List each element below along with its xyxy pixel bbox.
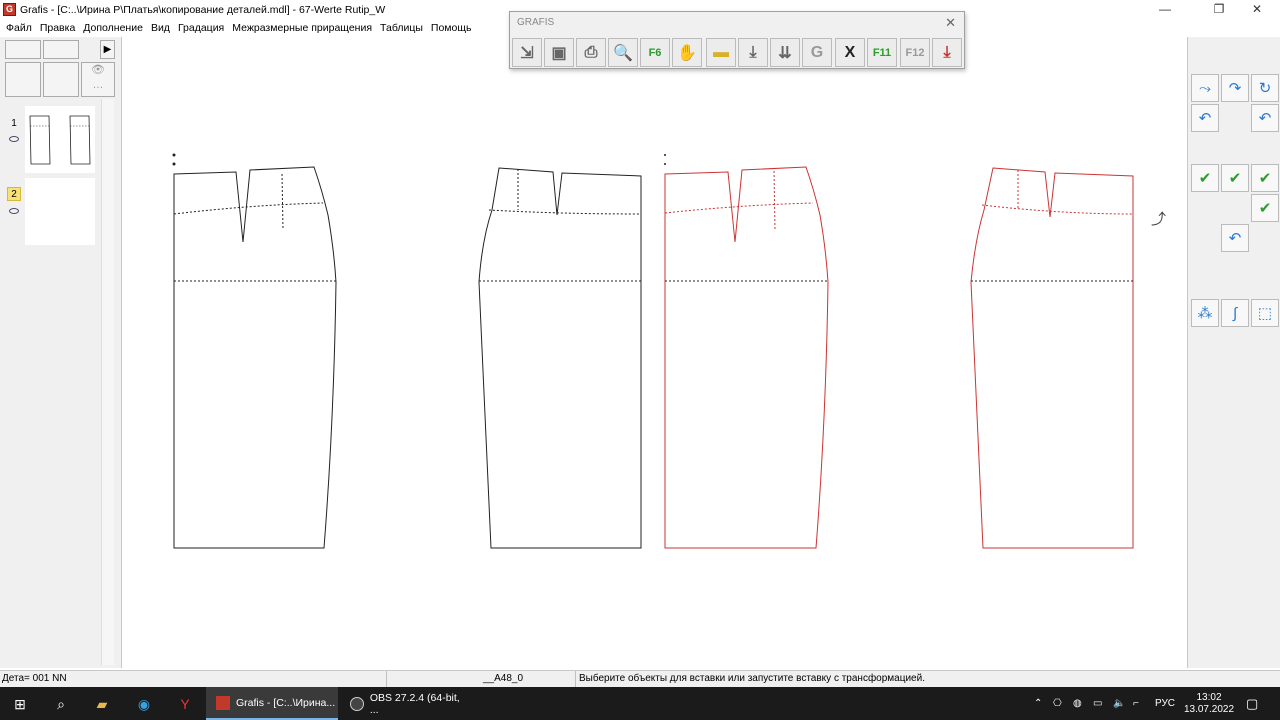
- excel-icon[interactable]: X: [835, 38, 865, 67]
- detail-1-eye-icon[interactable]: [9, 136, 19, 142]
- accept-curve-button[interactable]: ✔: [1251, 164, 1279, 192]
- transform-contour-button[interactable]: ↻: [1251, 74, 1279, 102]
- detail-panel: ▶ 👁… 1 2: [0, 37, 122, 668]
- yandex-browser-icon[interactable]: Y: [174, 693, 196, 715]
- ruler-icon[interactable]: ▬: [706, 38, 736, 67]
- detail-1-preview: [29, 115, 91, 165]
- model-shirt-icon[interactable]: [5, 62, 41, 97]
- visibility-toggle-icon[interactable]: 👁…: [81, 62, 115, 97]
- transform-line-button[interactable]: ↷: [1221, 74, 1249, 102]
- line-tool-button[interactable]: ∫: [1221, 299, 1249, 327]
- menu-edit[interactable]: Правка: [36, 22, 79, 34]
- tray-meet-icon[interactable]: ⎔: [1053, 687, 1062, 720]
- menu-tables[interactable]: Таблицы: [376, 22, 427, 34]
- skirt-piece-3-selected: [664, 154, 829, 549]
- tray-battery-icon[interactable]: ▭: [1093, 687, 1102, 720]
- fit-f6-icon[interactable]: F6: [640, 38, 670, 67]
- panel-list-button[interactable]: [43, 40, 79, 59]
- hand-icon[interactable]: ✋: [672, 38, 702, 67]
- skirt-piece-2: [478, 167, 642, 549]
- toolbar-title: GRAFIS: [517, 17, 555, 28]
- status-hint: Выберите объекты для вставки или запусти…: [579, 673, 925, 684]
- detail-1-number: 1: [11, 118, 17, 129]
- windows-taskbar: ⊞ ⌕ ▰ ◉ Y Grafis - [C:..\Ирина... OBS 27…: [0, 687, 1280, 720]
- tool-panel: ⤳ ↷ ↻ ↶ ↶ ✔ ✔ ✔ ✔ ↶ ⁂ ∫ ⬚: [1187, 37, 1280, 668]
- file-explorer-icon[interactable]: ▰: [91, 693, 113, 715]
- tray-clock[interactable]: 13:02 13.07.2022: [1184, 687, 1234, 720]
- edge-browser-icon[interactable]: ◉: [133, 693, 155, 715]
- menu-help[interactable]: Помощь: [427, 22, 476, 34]
- drawing-canvas[interactable]: ⤴: [123, 37, 1186, 668]
- accept-button[interactable]: ✔: [1191, 164, 1219, 192]
- detail-2-number: 2: [7, 187, 21, 201]
- grafis-app-icon: G: [3, 3, 16, 16]
- menu-file[interactable]: Файл: [2, 22, 36, 34]
- minimize-button[interactable]: —: [1142, 0, 1188, 19]
- menu-grading[interactable]: Градация: [174, 22, 228, 34]
- transform-points-button[interactable]: ⤳: [1191, 74, 1219, 102]
- piece-tool-button[interactable]: ⬚: [1251, 299, 1279, 327]
- detail-1-thumbnail[interactable]: [25, 106, 95, 173]
- panel-arrow-icon[interactable]: ▶: [100, 40, 115, 59]
- windows-start-icon[interactable]: ⊞: [9, 693, 31, 715]
- grafis-taskbar-label: Grafis - [C:..\Ирина...: [236, 696, 336, 709]
- tray-volume-icon[interactable]: 🔈: [1113, 687, 1125, 720]
- panel-mode-button[interactable]: [5, 40, 41, 59]
- group-icon[interactable]: G: [802, 38, 832, 67]
- grafis-taskbar-button[interactable]: Grafis - [C:..\Ирина...: [206, 687, 338, 720]
- accept-points-button[interactable]: ✔: [1221, 164, 1249, 192]
- model-shirt-alt-icon[interactable]: [43, 62, 79, 97]
- undo-rotate-right-button[interactable]: ↶: [1251, 104, 1279, 132]
- obs-taskbar-label: OBS 27.2.4 (64-bit, ...: [369, 691, 460, 716]
- save-icon[interactable]: ▣: [544, 38, 574, 67]
- status-detail: Дета= 001 NN: [2, 673, 67, 684]
- pattern-drawing: [172, 153, 1134, 549]
- insert-icon[interactable]: ⇲: [512, 38, 542, 67]
- status-size: __A48_0: [483, 673, 524, 684]
- menu-increments[interactable]: Межразмерные приращения: [228, 22, 376, 34]
- tray-network-icon[interactable]: ⌐: [1133, 687, 1139, 720]
- skirt-piece-4-selected: [970, 167, 1134, 549]
- move-down-icon[interactable]: ⤓: [738, 38, 768, 67]
- menu-view[interactable]: Вид: [147, 22, 174, 34]
- skirt-piece-1: [172, 153, 337, 549]
- point-tool-button[interactable]: ⁂: [1191, 299, 1219, 327]
- tray-time: 13:02: [1196, 691, 1222, 703]
- exit-icon[interactable]: ⤓: [932, 38, 962, 67]
- obs-taskbar-icon: [350, 696, 364, 711]
- search-icon[interactable]: ⌕: [50, 693, 72, 715]
- accept-blue-button[interactable]: ✔: [1251, 194, 1279, 222]
- grafis-toolbar: GRAFIS ✕ ⇲ ▣ ⎙ 🔍 F6 ✋ ▬ ⤓ ⇊ G X F11 F12 …: [509, 11, 965, 69]
- notifications-icon[interactable]: ▢: [1246, 687, 1258, 720]
- undo-rotate-button[interactable]: ↶: [1191, 104, 1219, 132]
- tray-language[interactable]: РУС: [1155, 687, 1175, 720]
- grafis-taskbar-icon: [216, 695, 230, 710]
- menu-addons[interactable]: Дополнение: [79, 22, 147, 34]
- detail-2-thumbnail[interactable]: [25, 178, 95, 245]
- status-bar: Дета= 001 NN __A48_0 Выберите объекты дл…: [0, 670, 1280, 688]
- zoom-icon[interactable]: 🔍: [608, 38, 638, 67]
- print-icon[interactable]: ⎙: [576, 38, 606, 67]
- tray-steam-icon[interactable]: ◍: [1073, 687, 1082, 720]
- tray-chevron-icon[interactable]: ⌃: [1034, 687, 1042, 720]
- detail-2-eye-icon[interactable]: [9, 208, 19, 214]
- toolbar-close-icon[interactable]: ✕: [945, 15, 956, 31]
- window-title: Grafis - [C:..\Ирина Р\Платья\копировани…: [20, 3, 386, 16]
- undo-button[interactable]: ↶: [1221, 224, 1249, 252]
- detail-panel-scrollbar[interactable]: [101, 99, 114, 665]
- f12-icon[interactable]: F12: [900, 38, 930, 67]
- close-button[interactable]: ✕: [1234, 0, 1280, 19]
- move-all-down-icon[interactable]: ⇊: [770, 38, 800, 67]
- cursor-transform-icon: ⤴: [1151, 211, 1167, 228]
- obs-taskbar-button[interactable]: OBS 27.2.4 (64-bit, ...: [342, 687, 470, 720]
- tray-date: 13.07.2022: [1183, 703, 1235, 715]
- f11-icon[interactable]: F11: [867, 38, 897, 67]
